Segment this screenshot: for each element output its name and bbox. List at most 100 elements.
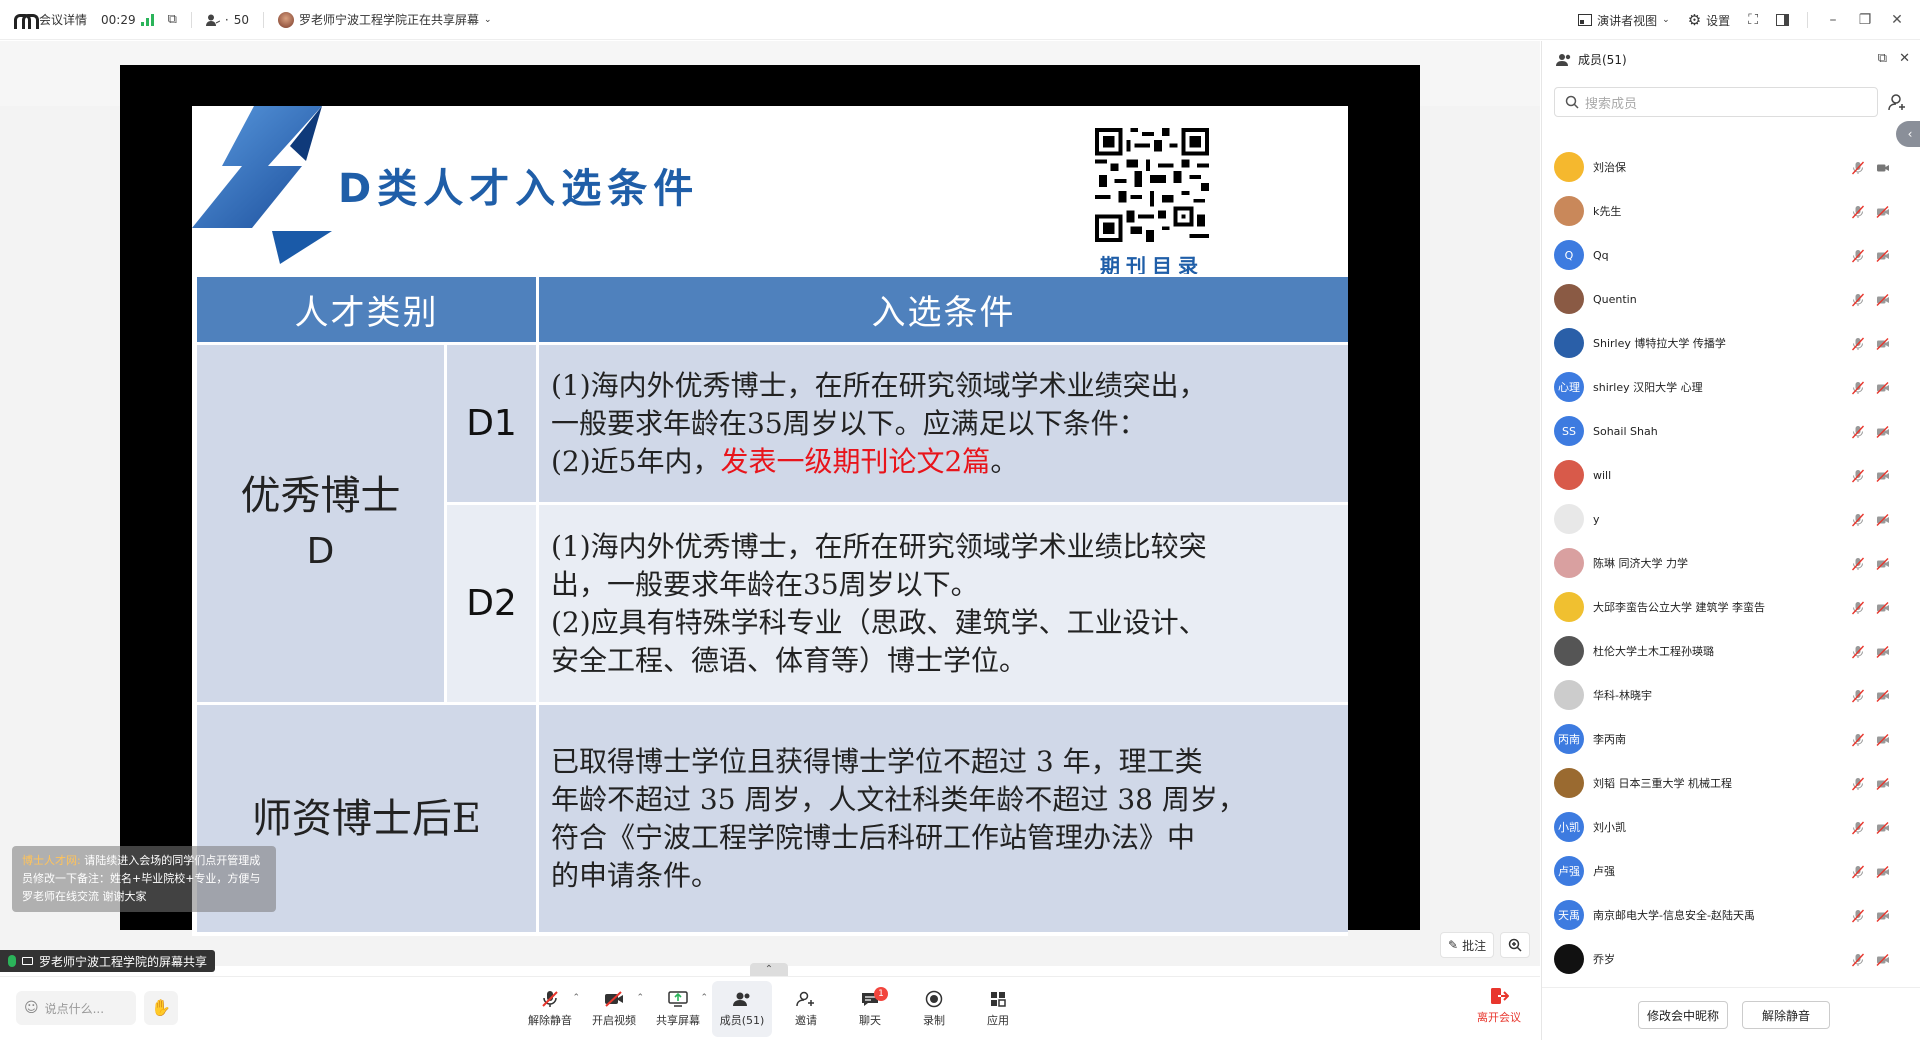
unmute-all-button[interactable]: 解除静音: [1742, 1001, 1830, 1029]
mic-muted-icon[interactable]: [1851, 204, 1865, 219]
camera-on-icon[interactable]: [1876, 160, 1890, 174]
members-button[interactable]: 成员(51): [712, 981, 772, 1037]
mic-muted-icon[interactable]: [1851, 248, 1865, 263]
member-row[interactable]: 刘治保: [1542, 145, 1920, 189]
camera-off-icon[interactable]: [1876, 952, 1890, 966]
member-avatar: [1554, 944, 1584, 974]
network-signal-icon[interactable]: [140, 13, 154, 26]
member-row[interactable]: y: [1542, 497, 1920, 541]
chevron-up-icon[interactable]: ⌃: [700, 993, 708, 1003]
sidebar-toggle-icon[interactable]: [1776, 14, 1789, 26]
popout-icon[interactable]: ⧉: [1878, 51, 1887, 66]
member-row[interactable]: 乔岁: [1542, 937, 1920, 981]
member-row[interactable]: 杜伦大学土木工程孙瑛璐: [1542, 629, 1920, 673]
mic-muted-icon[interactable]: [1851, 952, 1865, 967]
mic-active-icon: [8, 955, 16, 967]
minimize-icon[interactable]: –: [1826, 12, 1840, 28]
mic-muted-icon[interactable]: [1851, 336, 1865, 351]
annotate-button[interactable]: ✎ 批注: [1440, 932, 1495, 958]
mic-muted-icon[interactable]: [1851, 512, 1865, 527]
member-row[interactable]: 丙南 李丙南: [1542, 717, 1920, 761]
close-icon[interactable]: ✕: [1890, 12, 1904, 28]
settings-button[interactable]: ⚙ 设置: [1688, 11, 1730, 29]
popout-icon[interactable]: ⧉: [168, 12, 177, 27]
invite-member-icon[interactable]: [1888, 93, 1906, 111]
member-row[interactable]: k先生: [1542, 189, 1920, 233]
apps-button[interactable]: 应用: [968, 981, 1028, 1037]
share-screen-button[interactable]: 共享屏幕 ⌃: [648, 981, 708, 1037]
member-row[interactable]: 心理 shirley 汉阳大学 心理: [1542, 365, 1920, 409]
zoom-in-button[interactable]: [1500, 932, 1531, 958]
member-row[interactable]: 陈琳 同济大学 力学: [1542, 541, 1920, 585]
camera-off-icon[interactable]: [1876, 688, 1890, 702]
chat-button[interactable]: 聊天 1: [840, 981, 900, 1037]
invite-button[interactable]: 邀请: [776, 981, 836, 1037]
chevron-up-icon[interactable]: ⌃: [636, 993, 644, 1003]
sharing-status-dropdown[interactable]: 罗老师宁波工程学院正在共享屏幕 ⌄: [278, 11, 492, 28]
mic-muted-icon[interactable]: [1851, 600, 1865, 615]
camera-off-icon[interactable]: [1876, 248, 1890, 262]
restore-icon[interactable]: ❐: [1858, 12, 1872, 28]
mic-muted-icon[interactable]: [1851, 556, 1865, 571]
member-row[interactable]: 刘韬 日本三重大学 机械工程: [1542, 761, 1920, 805]
camera-off-icon[interactable]: [1876, 468, 1890, 482]
camera-off-icon[interactable]: [1876, 380, 1890, 394]
record-button[interactable]: 录制: [904, 981, 964, 1037]
leave-meeting-button[interactable]: 离开会议: [1474, 987, 1524, 1025]
mic-muted-icon[interactable]: [1851, 732, 1865, 747]
mic-muted-icon[interactable]: [1851, 644, 1865, 659]
camera-off-icon[interactable]: [1876, 820, 1890, 834]
toolbar-collapse-tab[interactable]: ⌃: [750, 963, 788, 977]
mic-muted-icon[interactable]: [1851, 820, 1865, 835]
member-row[interactable]: 大邱李蛮告公立大学 建筑学 李蛮告: [1542, 585, 1920, 629]
camera-off-icon[interactable]: [1876, 776, 1890, 790]
mic-muted-icon[interactable]: [1851, 160, 1865, 175]
participant-count[interactable]: · 50: [205, 13, 249, 27]
camera-off-icon[interactable]: [1876, 600, 1890, 614]
camera-off-icon[interactable]: [1876, 556, 1890, 570]
collapse-panel-button[interactable]: ‹: [1896, 121, 1920, 147]
camera-off-icon[interactable]: [1876, 732, 1890, 746]
mic-muted-icon[interactable]: [1851, 468, 1865, 483]
mic-muted-icon[interactable]: [1851, 380, 1865, 395]
close-icon[interactable]: ✕: [1899, 51, 1910, 66]
mic-muted-icon[interactable]: [1851, 776, 1865, 791]
mic-muted-icon[interactable]: [1851, 908, 1865, 923]
member-row[interactable]: Quentin: [1542, 277, 1920, 321]
mic-muted-icon[interactable]: [1851, 688, 1865, 703]
member-row[interactable]: Q Qq: [1542, 233, 1920, 277]
quick-chat-input[interactable]: ☺ 说点什么...: [16, 991, 136, 1025]
member-search-input[interactable]: 搜索成员: [1554, 87, 1878, 117]
mic-muted-icon[interactable]: [1851, 292, 1865, 307]
camera-off-icon[interactable]: [1876, 204, 1890, 218]
camera-off-icon[interactable]: [1876, 864, 1890, 878]
chevron-left-icon: ‹: [1907, 127, 1913, 141]
emoji-icon[interactable]: ☺: [24, 1000, 39, 1016]
member-row[interactable]: SS Sohail Shah: [1542, 409, 1920, 453]
camera-off-icon[interactable]: [1876, 424, 1890, 438]
camera-off-icon[interactable]: [1876, 908, 1890, 922]
mic-muted-icon[interactable]: [1851, 424, 1865, 439]
mic-muted-icon[interactable]: [1851, 864, 1865, 879]
member-row[interactable]: will: [1542, 453, 1920, 497]
member-row[interactable]: 华科-林晓宇: [1542, 673, 1920, 717]
camera-off-icon[interactable]: [1876, 336, 1890, 350]
member-row[interactable]: Shirley 博特拉大学 传播学: [1542, 321, 1920, 365]
member-row[interactable]: 天禹 南京邮电大学-信息安全-赵陆天禹: [1542, 893, 1920, 937]
share-screen-label: 共享屏幕: [656, 1014, 700, 1027]
camera-off-icon[interactable]: [1876, 644, 1890, 658]
meeting-details-button[interactable]: 会议详情: [14, 11, 87, 29]
camera-off-icon[interactable]: [1876, 512, 1890, 526]
speaker-view-dropdown[interactable]: 演讲者视图 ⌄: [1578, 12, 1670, 29]
camera-off-icon[interactable]: [1876, 292, 1890, 306]
raise-hand-button[interactable]: ✋: [144, 991, 178, 1025]
unmute-button[interactable]: 解除静音 ⌃: [520, 981, 580, 1037]
member-row[interactable]: 小凯 刘小凯: [1542, 805, 1920, 849]
speaker-view-label: 演讲者视图: [1597, 13, 1658, 28]
start-video-button[interactable]: 开启视频 ⌃: [584, 981, 644, 1037]
member-row[interactable]: 卢强 卢强: [1542, 849, 1920, 893]
chat-message-toast[interactable]: 博士人才网: 请陆续进入会场的同学们点开管理成员修改一下备注：姓名+毕业院校+专…: [12, 846, 276, 912]
chevron-up-icon[interactable]: ⌃: [572, 993, 580, 1003]
fullscreen-icon[interactable]: ⛶: [1748, 12, 1758, 28]
rename-button[interactable]: 修改会中昵称: [1638, 1001, 1728, 1029]
